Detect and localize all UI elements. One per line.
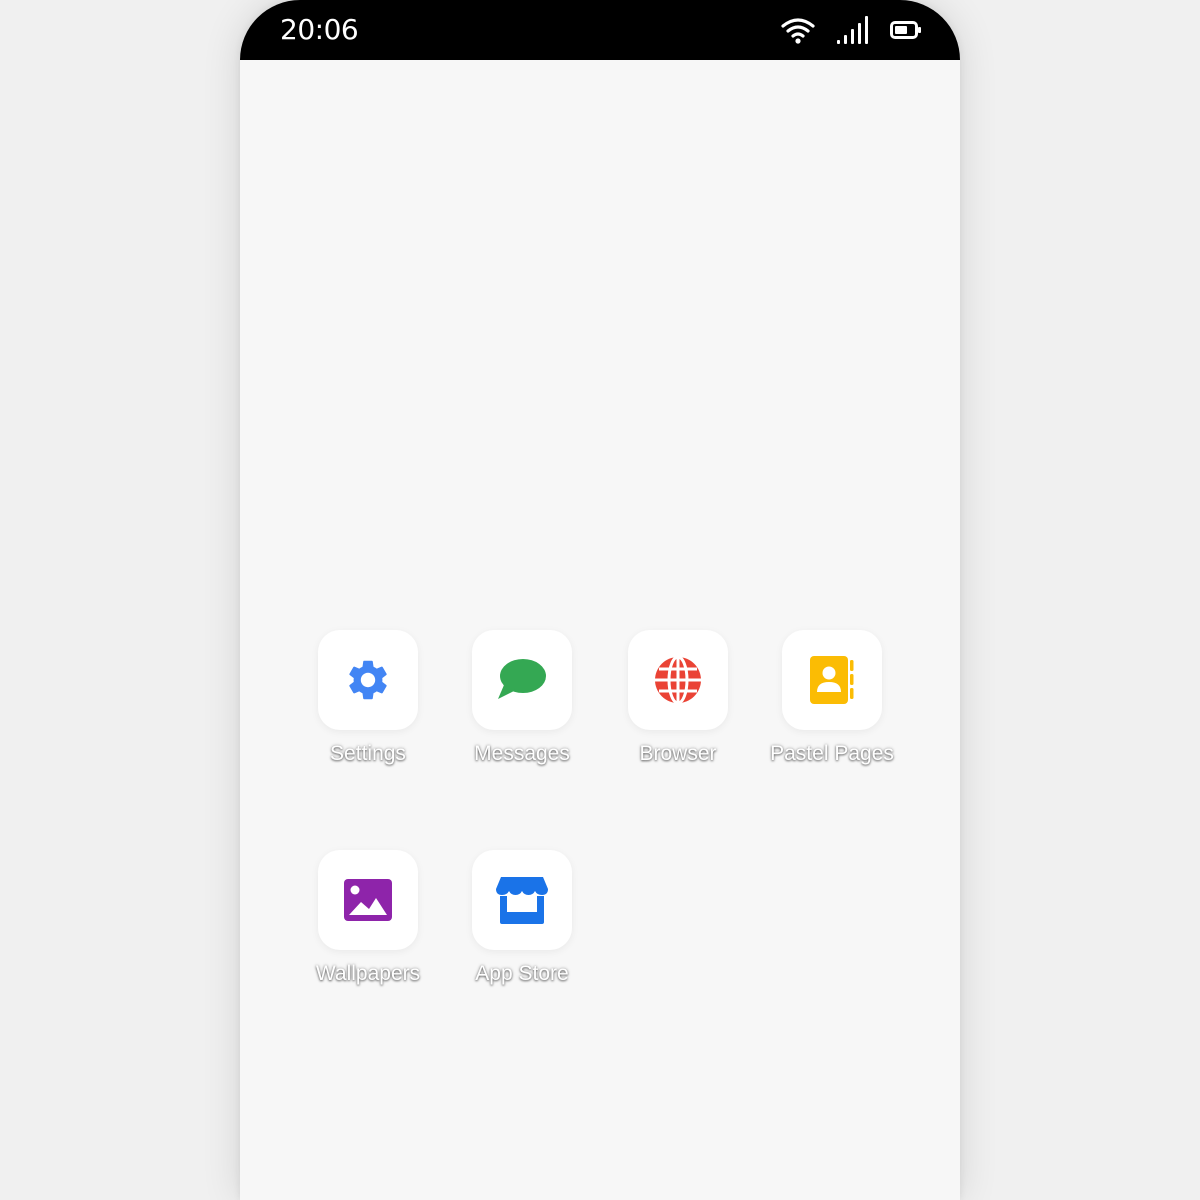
app-icon-tile[interactable] [318, 850, 418, 950]
app-browser[interactable]: Browser [598, 630, 758, 790]
app-icon-tile[interactable] [472, 630, 572, 730]
app-grid: Settings Messages Browser Pastel Pages W… [240, 0, 960, 1200]
app-pastel-pages[interactable]: Pastel Pages [752, 630, 912, 790]
app-messages[interactable]: Messages [442, 630, 602, 790]
app-icon-tile[interactable] [318, 630, 418, 730]
storefront-icon [495, 875, 549, 925]
app-icon-tile[interactable] [628, 630, 728, 730]
app-label: Messages [474, 742, 570, 765]
app-label: Wallpapers [315, 962, 421, 985]
gear-icon [344, 656, 392, 704]
app-label: App Store [475, 962, 569, 985]
app-icon-tile[interactable] [782, 630, 882, 730]
chat-bubble-icon [496, 657, 548, 703]
image-icon [343, 878, 393, 922]
phone-screen: 20:06 Settings Messages Browser Pastel P… [240, 0, 960, 1200]
app-wallpapers[interactable]: Wallpapers [288, 850, 448, 1010]
app-label: Settings [330, 742, 406, 765]
globe-icon [653, 655, 703, 705]
app-app-store[interactable]: App Store [442, 850, 602, 1010]
app-settings[interactable]: Settings [288, 630, 448, 790]
app-icon-tile[interactable] [472, 850, 572, 950]
app-label: Browser [639, 742, 717, 765]
contacts-book-icon [808, 655, 856, 705]
app-label: Pastel Pages [770, 742, 894, 765]
